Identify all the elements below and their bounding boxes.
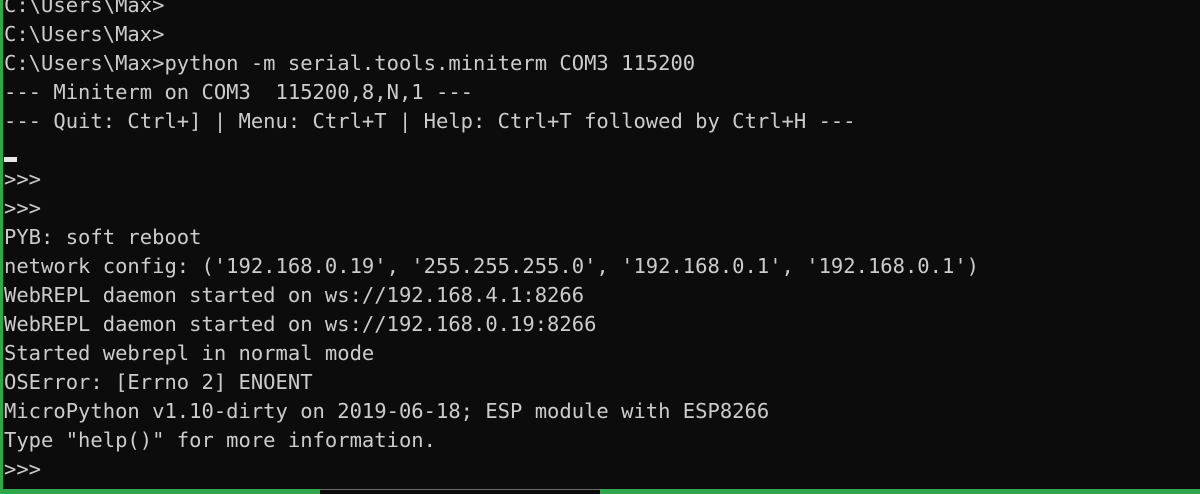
terminal-line-webrepl-started: Started webrepl in normal mode [4, 341, 375, 365]
terminal-line-repl-prompt: >>> [4, 457, 42, 481]
terminal-line-soft-reboot: PYB: soft reboot [4, 225, 202, 249]
window-border-bottom [0, 489, 1200, 494]
terminal-line-miniterm-info: --- Miniterm on COM3 115200,8,N,1 --- [4, 80, 473, 104]
terminal-line-oserror: OSError: [Errno 2] ENOENT [4, 370, 313, 394]
terminal-line-prompt-2: C:\Users\Max> [4, 22, 165, 46]
terminal-line-miniterm-help: --- Quit: Ctrl+] | Menu: Ctrl+T | Help: … [4, 109, 856, 133]
terminal-line-micropython-version: MicroPython v1.10-dirty on 2019-06-18; E… [4, 399, 770, 423]
terminal-line-network-config: network config: ('192.168.0.19', '255.25… [4, 254, 980, 278]
taskbar-edge [320, 489, 600, 494]
terminal-line-webrepl-2: WebREPL daemon started on ws://192.168.0… [4, 312, 597, 336]
terminal-line-prompt-1: C:\Users\Max> [4, 0, 165, 17]
terminal-window[interactable]: C:\Users\Max> C:\Users\Max> C:\Users\Max… [0, 0, 1200, 494]
terminal-line-command: C:\Users\Max>python -m serial.tools.mini… [4, 51, 696, 75]
terminal-line-repl-1: >>> [4, 167, 42, 191]
text-cursor [4, 157, 17, 162]
terminal-line-repl-2: >>> [4, 196, 42, 220]
window-border-left [0, 0, 3, 494]
terminal-line-help-hint: Type "help()" for more information. [4, 428, 436, 452]
terminal-line-webrepl-1: WebREPL daemon started on ws://192.168.4… [4, 283, 585, 307]
